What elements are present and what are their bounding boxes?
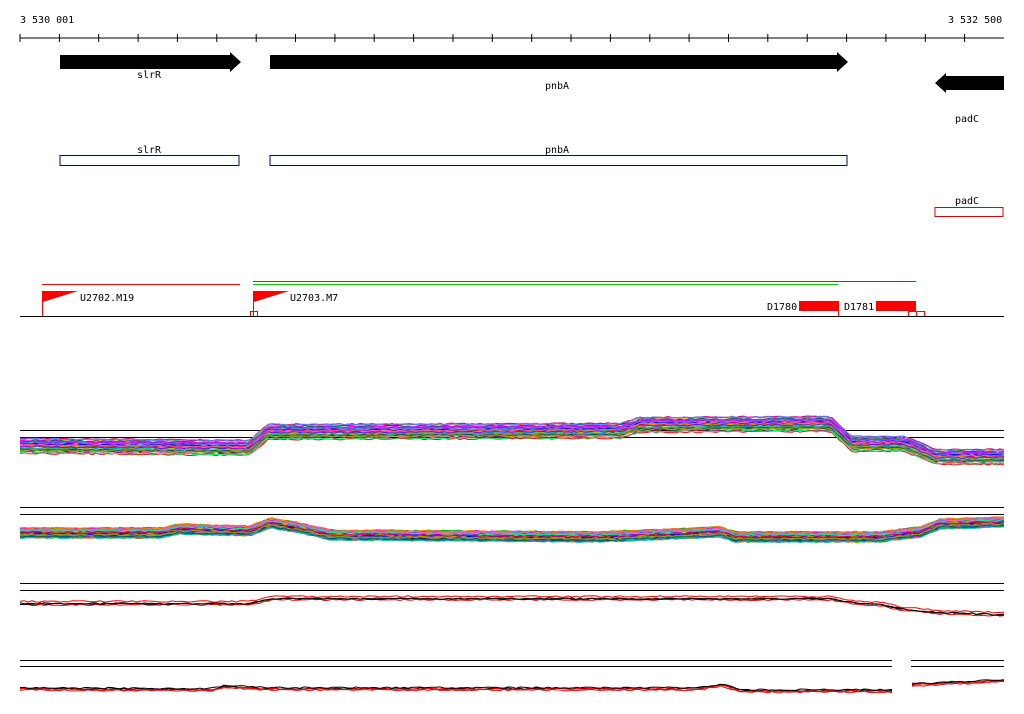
gene-label-slrR: slrR: [137, 70, 162, 81]
terminator-label: D1781: [844, 302, 874, 313]
expression-track-2[interactable]: [19, 507, 1005, 544]
expression-track-3[interactable]: [19, 583, 1005, 617]
ruler-end-label: 3 532 500: [948, 15, 1002, 26]
promoter-flag-icon[interactable]: [43, 291, 78, 302]
gene-arrow-pnbA[interactable]: [270, 52, 848, 72]
coordinate-ruler: 3 530 001 3 532 500: [19, 15, 1004, 42]
promoter-U2702[interactable]: U2702.M19: [42, 291, 135, 316]
cds-pnbA[interactable]: pnbA: [269, 145, 848, 166]
cds-track: slrR pnbA padC: [59, 145, 1004, 217]
expression-profiles: [19, 415, 1005, 466]
promoter-flag-icon[interactable]: [254, 291, 289, 302]
cds-label-pnbA: pnbA: [545, 145, 569, 156]
terminator-label: D1780: [767, 302, 797, 313]
strand-profiles: [19, 679, 1005, 694]
profile-line: [19, 597, 1005, 616]
cds-label-padC: padC: [955, 196, 979, 207]
gene-padC[interactable]: padC: [935, 73, 1004, 125]
genome-browser: 3 530 001 3 532 500 slrR pnbA padC slrR …: [19, 15, 1005, 694]
regulatory-track: U2702.M19 U2703.M7 D1780 D1781: [20, 281, 1004, 317]
terminator-site-marker: [916, 311, 925, 317]
expression-track-1[interactable]: [19, 415, 1005, 466]
gene-slrR[interactable]: slrR: [60, 52, 241, 81]
ruler-start-label: 3 530 001: [20, 15, 74, 26]
terminator-D1781[interactable]: D1781: [844, 301, 925, 317]
expression-track-4[interactable]: [19, 660, 1005, 694]
strand-profiles: [19, 595, 1005, 617]
gene-track: slrR pnbA padC: [60, 52, 1004, 125]
cds-slrR[interactable]: slrR: [59, 145, 240, 166]
gene-label-pnbA: pnbA: [545, 81, 569, 92]
gene-arrow-slrR[interactable]: [60, 52, 241, 72]
promoter-label: U2702.M19: [80, 293, 134, 304]
cds-box-pnbA[interactable]: [269, 155, 848, 166]
gene-pnbA[interactable]: pnbA: [270, 52, 848, 92]
cds-box-slrR[interactable]: [59, 155, 240, 166]
gene-label-padC: padC: [955, 114, 979, 125]
cds-padC[interactable]: padC: [934, 196, 1004, 217]
terminator-D1780[interactable]: D1780: [767, 301, 839, 316]
expression-profiles: [19, 516, 1005, 544]
terminator-block[interactable]: [876, 301, 916, 311]
cds-label-slrR: slrR: [137, 145, 162, 156]
promoter-U2703[interactable]: U2703.M7: [250, 291, 339, 317]
promoter-label: U2703.M7: [290, 293, 338, 304]
cds-box-padC[interactable]: [934, 207, 1004, 217]
gene-arrow-padC[interactable]: [935, 73, 1004, 93]
profile-line: [19, 423, 1005, 459]
terminator-site-marker: [908, 311, 917, 317]
terminator-block[interactable]: [799, 301, 839, 311]
